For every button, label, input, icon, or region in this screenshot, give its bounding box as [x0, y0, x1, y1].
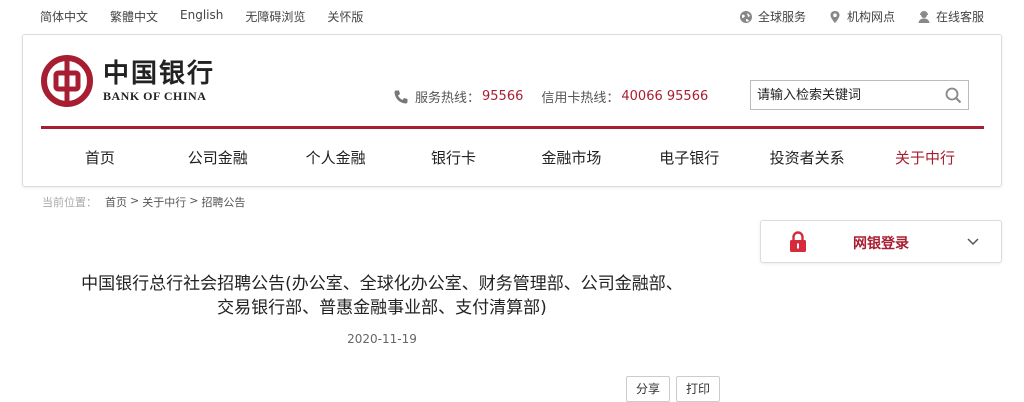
hotlines: 服务热线： 95566 信用卡热线： 40066 95566: [393, 87, 726, 106]
nav-item-about-us[interactable]: 关于中行: [866, 129, 984, 187]
breadcrumb-separator: >: [130, 194, 140, 207]
header-card: 中国银行 BANK OF CHINA 服务热线： 95566 信用卡热线： 40…: [22, 34, 1002, 187]
global-service-link[interactable]: 全球服务: [739, 8, 806, 25]
branch-locator-link[interactable]: 机构网点: [828, 8, 895, 25]
logo-text: 中国银行 BANK OF CHINA: [103, 59, 215, 103]
utility-links: 全球服务 机构网点 在线客服: [717, 8, 984, 25]
online-service-label: 在线客服: [935, 10, 984, 24]
online-service-link[interactable]: 在线客服: [917, 8, 984, 25]
article-title-line-2: 交易银行部、普惠金融事业部、支付清算部): [217, 298, 547, 318]
bank-of-china-logo-icon: [41, 55, 93, 107]
print-button[interactable]: 打印: [676, 376, 720, 402]
service-hotline-label: 服务热线：: [415, 91, 481, 106]
article-title: 中国银行总行社会招聘公告(办公室、全球化办公室、财务管理部、公司金融部、 交易银…: [22, 272, 742, 320]
breadcrumb-home[interactable]: 首页: [105, 194, 127, 210]
lang-traditional-link[interactable]: 繁體中文: [110, 8, 158, 25]
globe-icon: [739, 10, 752, 23]
nav-item-e-banking[interactable]: 电子银行: [630, 129, 748, 187]
phone-icon: [394, 90, 408, 103]
online-banking-login-label: 网银登录: [853, 236, 909, 252]
breadcrumb-separator: >: [189, 194, 199, 207]
lock-icon: [790, 231, 806, 252]
online-banking-login-button[interactable]: 网银登录: [760, 220, 1002, 263]
location-pin-icon: [830, 10, 840, 23]
care-version-link[interactable]: 关怀版: [327, 8, 363, 25]
person-service-icon: [918, 10, 930, 23]
top-utility-bar: 简体中文 繁體中文 English 无障碍浏览 关怀版 全球服务 机构网点 在线…: [0, 0, 1024, 32]
credit-hotline-label: 信用卡热线：: [541, 91, 620, 106]
chevron-down-icon: [967, 238, 979, 246]
article-title-line-1: 中国银行总行社会招聘公告(办公室、全球化办公室、财务管理部、公司金融部、: [81, 274, 683, 294]
logo-chinese-name: 中国银行: [103, 59, 216, 89]
lang-simplified-link[interactable]: 简体中文: [40, 8, 88, 25]
global-service-label: 全球服务: [757, 10, 806, 24]
logo-english-name: BANK OF CHINA: [103, 89, 207, 103]
search-input[interactable]: [751, 81, 931, 109]
lang-english-link[interactable]: English: [180, 8, 223, 25]
nav-item-bank-cards[interactable]: 银行卡: [395, 129, 513, 187]
breadcrumb-about-us[interactable]: 关于中行: [142, 194, 186, 210]
search-box: [750, 80, 969, 110]
breadcrumb: 当前位置： 首页 > 关于中行 > 招聘公告: [42, 194, 245, 210]
bank-logo[interactable]: 中国银行 BANK OF CHINA: [41, 55, 215, 107]
breadcrumb-recruitment[interactable]: 招聘公告: [201, 194, 245, 210]
search-icon[interactable]: [945, 87, 962, 104]
service-hotline-number: 95566: [482, 89, 524, 104]
nav-item-personal-banking[interactable]: 个人金融: [277, 129, 395, 187]
language-links: 简体中文 繁體中文 English 无障碍浏览 关怀版: [40, 8, 385, 25]
main-nav: 首页 公司金融 个人金融 银行卡 金融市场 电子银行 投资者关系 关于中行: [41, 129, 984, 187]
share-button[interactable]: 分享: [626, 376, 670, 402]
branch-locator-label: 机构网点: [846, 10, 895, 24]
accessibility-link[interactable]: 无障碍浏览: [245, 8, 305, 25]
nav-item-financial-markets[interactable]: 金融市场: [513, 129, 631, 187]
nav-item-corporate-banking[interactable]: 公司金融: [159, 129, 277, 187]
nav-item-home[interactable]: 首页: [41, 129, 159, 187]
credit-hotline-number: 40066 95566: [621, 89, 709, 104]
nav-item-investor-relations[interactable]: 投资者关系: [748, 129, 866, 187]
breadcrumb-prefix: 当前位置：: [42, 196, 97, 209]
article-date: 2020-11-19: [347, 332, 417, 346]
